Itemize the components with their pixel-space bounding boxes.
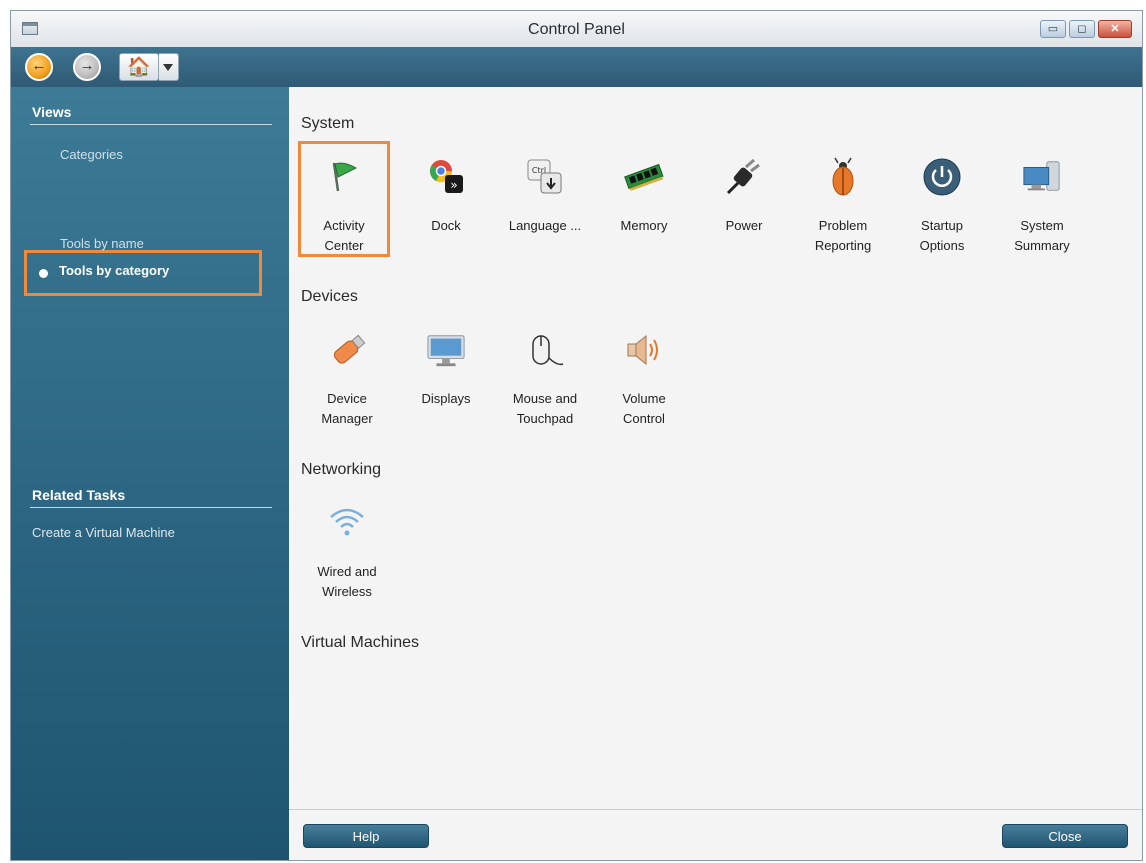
tool-problem-reporting[interactable]: Problem Reporting bbox=[797, 141, 889, 253]
tool-system-summary[interactable]: System Summary bbox=[996, 141, 1088, 253]
power-button-icon bbox=[922, 157, 962, 197]
keyboard-keys-icon: Ctrl bbox=[525, 157, 565, 197]
tool-label: Startup Options bbox=[919, 218, 965, 253]
category-heading-virtual-machines: Virtual Machines bbox=[301, 634, 419, 651]
related-tasks-divider bbox=[30, 507, 272, 508]
maximize-button[interactable]: ◻ bbox=[1069, 20, 1095, 38]
back-arrow-icon: ← bbox=[31, 57, 47, 74]
footer-bar: Help Close bbox=[289, 809, 1142, 860]
tool-label: Device Manager bbox=[321, 391, 373, 426]
tool-label: Dock bbox=[431, 218, 461, 233]
sidebar-item-tools-by-category[interactable]: Tools by category bbox=[24, 250, 262, 296]
tool-label: Language ... bbox=[508, 218, 582, 233]
speaker-icon bbox=[624, 330, 664, 370]
home-icon: 🏠 bbox=[127, 57, 151, 78]
tool-mouse-and-touchpad[interactable]: Mouse and Touchpad bbox=[499, 314, 591, 426]
flag-icon bbox=[324, 157, 364, 197]
maximize-icon: ◻ bbox=[1077, 23, 1087, 35]
back-button[interactable]: ← bbox=[25, 53, 53, 81]
ladybug-icon bbox=[823, 157, 863, 197]
wifi-icon bbox=[327, 503, 367, 543]
close-icon: ✕ bbox=[1110, 23, 1120, 35]
minimize-button[interactable]: ▭ bbox=[1040, 20, 1066, 38]
tool-startup-options[interactable]: Startup Options bbox=[896, 141, 988, 253]
task-create-virtual-machine[interactable]: Create a Virtual Machine bbox=[32, 525, 175, 540]
close-button[interactable]: Close bbox=[1002, 824, 1128, 848]
views-heading: Views bbox=[32, 104, 72, 120]
main-content: System Devices Networking Virtual Machin… bbox=[289, 87, 1142, 860]
tool-label: Memory bbox=[620, 218, 668, 233]
sidebar-item-label: Tools by category bbox=[59, 263, 170, 278]
category-heading-system: System bbox=[301, 115, 355, 132]
tool-label: Wired and Wireless bbox=[317, 564, 377, 599]
views-divider bbox=[30, 124, 272, 125]
home-button[interactable]: 🏠 bbox=[119, 53, 159, 81]
tool-label: System Summary bbox=[1014, 218, 1070, 253]
tool-label: Mouse and Touchpad bbox=[512, 391, 578, 426]
computer-icon bbox=[1022, 157, 1062, 197]
category-heading-networking: Networking bbox=[301, 461, 382, 478]
tool-power[interactable]: Power bbox=[698, 141, 790, 253]
forward-arrow-icon: → bbox=[79, 57, 95, 74]
tool-device-manager[interactable]: Device Manager bbox=[301, 314, 393, 426]
tool-label: Problem Reporting bbox=[814, 218, 872, 253]
svg-text:»: » bbox=[450, 178, 457, 192]
sidebar: Views Categories Tools by category Tools… bbox=[11, 87, 289, 860]
power-plug-icon bbox=[724, 157, 764, 197]
monitor-icon bbox=[426, 330, 466, 370]
title-bar: Control Panel ▭ ◻ ✕ bbox=[11, 11, 1142, 48]
control-panel-window: Control Panel ▭ ◻ ✕ ← → 🏠 Views Categori… bbox=[10, 10, 1143, 861]
tool-label: Activity Center bbox=[323, 218, 365, 253]
navigation-toolbar: ← → 🏠 bbox=[11, 47, 1142, 87]
chevron-down-icon bbox=[163, 64, 173, 71]
window-title: Control Panel bbox=[528, 21, 625, 38]
tool-label: Volume Control bbox=[622, 391, 666, 426]
tool-label: Power bbox=[725, 218, 763, 233]
category-heading-devices: Devices bbox=[301, 288, 358, 305]
tool-label: Displays bbox=[421, 391, 471, 406]
memory-chip-icon bbox=[624, 157, 664, 197]
minimize-icon: ▭ bbox=[1047, 23, 1059, 35]
tool-dock[interactable]: » Dock bbox=[400, 141, 492, 253]
related-tasks-heading: Related Tasks bbox=[32, 487, 126, 503]
tool-wired-and-wireless[interactable]: Wired and Wireless bbox=[301, 487, 393, 599]
home-dropdown-button[interactable] bbox=[159, 53, 179, 81]
window-controls: ▭ ◻ ✕ bbox=[1040, 20, 1132, 38]
selected-bullet-icon bbox=[39, 269, 48, 278]
mouse-icon bbox=[525, 330, 565, 370]
usb-drive-icon bbox=[327, 330, 367, 370]
sidebar-item-categories[interactable]: Categories bbox=[60, 147, 123, 162]
tool-language[interactable]: Ctrl Language ... bbox=[499, 141, 591, 253]
forward-button[interactable]: → bbox=[73, 53, 101, 81]
tool-memory[interactable]: Memory bbox=[598, 141, 690, 253]
tool-displays[interactable]: Displays bbox=[400, 314, 492, 426]
dock-icon: » bbox=[426, 157, 466, 197]
close-window-button[interactable]: ✕ bbox=[1098, 20, 1132, 38]
help-button[interactable]: Help bbox=[303, 824, 429, 848]
tool-volume-control[interactable]: Volume Control bbox=[598, 314, 690, 426]
tool-activity-center[interactable]: Activity Center bbox=[298, 141, 390, 257]
sidebar-item-tools-by-name[interactable]: Tools by name bbox=[60, 236, 144, 251]
